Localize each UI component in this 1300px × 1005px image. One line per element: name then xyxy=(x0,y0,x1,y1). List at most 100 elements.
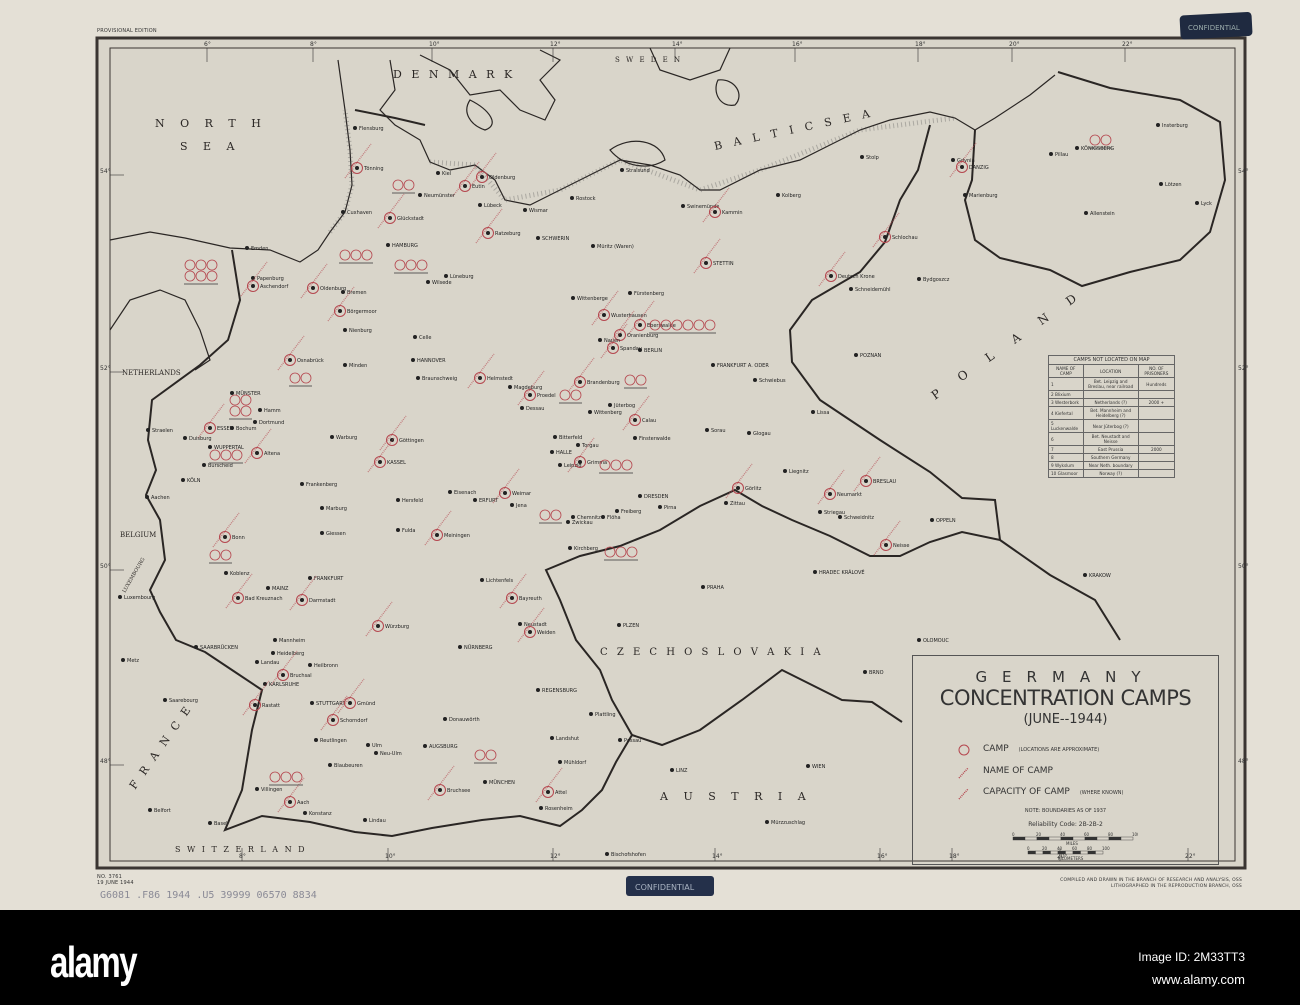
city-label: Eutin xyxy=(472,184,485,190)
tick-label-right: 48° xyxy=(1238,758,1249,765)
city-saarbr-cken: SAARBRÜCKEN xyxy=(194,644,238,651)
city-label: Papenburg xyxy=(257,276,284,282)
city-dot-icon xyxy=(208,821,212,825)
stamp-top-text: CONFIDENTIAL xyxy=(1188,24,1240,32)
city-label: Oranienburg xyxy=(627,333,658,339)
tick-label-bottom: 12° xyxy=(550,853,561,860)
city-label: Schneidemühl xyxy=(855,287,891,293)
city-label: Hamm xyxy=(264,408,281,414)
city-dot-icon xyxy=(436,171,440,175)
legend-capacity: CAPACITY OF CAMP (WHERE KNOWN) xyxy=(958,787,1123,800)
table-row: 10 Glasmoor Norway (?) xyxy=(1048,469,1176,478)
city-label: Bochum xyxy=(236,426,257,432)
city-dot-icon xyxy=(633,436,637,440)
scale-tick-km: 60 xyxy=(1072,846,1078,851)
tick-label-right: 50° xyxy=(1238,563,1249,570)
city-label: Glückstadt xyxy=(397,216,424,222)
scale-segment-miles xyxy=(1084,836,1098,841)
city-dot-icon xyxy=(570,196,574,200)
city-donauw-rth: Donauwörth xyxy=(443,717,480,723)
city-dot-icon xyxy=(224,571,228,575)
city-label: Duisburg xyxy=(189,436,212,442)
scale-segment-km xyxy=(1087,850,1096,855)
city-label: Rastatt xyxy=(262,703,280,709)
city-label: Marienburg xyxy=(969,193,998,199)
city-dot-icon xyxy=(883,235,887,239)
city-dot-icon xyxy=(311,286,315,290)
city-label: WUPPERTAL xyxy=(214,445,244,451)
city-dot-icon xyxy=(486,231,490,235)
city-dot-icon xyxy=(518,622,522,626)
city-k-nigsberg: KÖNIGSBERG xyxy=(1075,145,1114,152)
city-label: Helmstedt xyxy=(487,376,513,382)
table-row: 1 Bet. Leipzig and Breslau, near railroad… xyxy=(1048,377,1176,391)
table-cell xyxy=(1137,461,1176,470)
table-cell: Bet. Neustadt and Neisse xyxy=(1082,432,1139,446)
city-dot-icon xyxy=(266,586,270,590)
city-label: Basel xyxy=(214,821,228,827)
city-label: Aachen xyxy=(151,495,170,501)
city-dot-icon xyxy=(620,168,624,172)
scale-segment-miles xyxy=(1072,836,1086,841)
city-dot-icon xyxy=(378,460,382,464)
tick-label-left: 50° xyxy=(100,563,111,570)
city-label: STETTIN xyxy=(713,261,734,267)
table-cell: Netherlands (?) xyxy=(1082,398,1139,407)
city-dot-icon xyxy=(783,469,787,473)
tick-label-top: 12° xyxy=(550,41,561,48)
camp-capacity-icon xyxy=(958,788,969,800)
city-label: Frankenberg xyxy=(306,482,337,488)
city-dot-icon xyxy=(566,520,570,524)
table-cell: Southern Germany xyxy=(1082,453,1139,462)
city-dot-icon xyxy=(638,494,642,498)
city-label: Passau xyxy=(624,738,641,744)
city-augsburg: AUGSBURG xyxy=(423,744,458,750)
city-dot-icon xyxy=(416,376,420,380)
legend-title: CONCENTRATION CAMPS xyxy=(939,686,1192,710)
city-label: Kammin xyxy=(722,210,743,216)
city-dot-icon xyxy=(578,380,582,384)
city-dot-icon xyxy=(1084,211,1088,215)
city-label: Plattling xyxy=(595,712,616,718)
city-dot-icon xyxy=(658,505,662,509)
city-label: Mühldorf xyxy=(564,760,586,766)
table-row: 7 East Prussia 2000 xyxy=(1048,445,1176,454)
city-dot-icon xyxy=(181,478,185,482)
scale-segment-km xyxy=(1057,850,1066,855)
city-label: Lissa xyxy=(817,410,829,416)
city-label: Kirchberg xyxy=(574,546,598,552)
city-hannover: HANNOVER xyxy=(411,358,446,364)
tick-label-top: 6° xyxy=(204,41,211,48)
city-label: Dessau xyxy=(526,406,544,412)
city-dot-icon xyxy=(478,203,482,207)
city-dot-icon xyxy=(811,410,815,414)
city-label: Sorau xyxy=(711,428,726,434)
credit-2: LITHOGRAPHED IN THE REPRODUCTION BRANCH,… xyxy=(1111,884,1242,889)
city-label: Celle xyxy=(419,335,431,341)
city-label: Görlitz xyxy=(745,486,762,492)
scale-segment-km xyxy=(1027,850,1036,855)
table-title: CAMPS NOT LOCATED ON MAP xyxy=(1048,355,1175,365)
tick-label-bottom: 14° xyxy=(712,853,723,860)
city-dot-icon xyxy=(118,595,122,599)
alamy-url: www.alamy.com xyxy=(1152,972,1245,987)
city-label: Neu-Ulm xyxy=(380,751,402,757)
city-label: Lyck xyxy=(1201,201,1212,207)
legend-name-label: NAME OF CAMP xyxy=(983,766,1053,776)
city-label: LINZ xyxy=(676,768,688,774)
city-dot-icon xyxy=(670,768,674,772)
city-dot-icon xyxy=(638,348,642,352)
city-label: PRAHA xyxy=(707,585,724,591)
city-label: Schlochau xyxy=(892,235,918,241)
city-dot-icon xyxy=(121,658,125,662)
credit-1: COMPILED AND DRAWN IN THE BRANCH OF RESE… xyxy=(1060,878,1242,883)
table-cell: 8 xyxy=(1048,453,1084,462)
city-dot-icon xyxy=(523,208,527,212)
legend-country: GERMANY xyxy=(975,668,1156,686)
city-label: BRNO xyxy=(869,670,884,676)
city-label: KÖLN xyxy=(187,477,201,484)
city-label: Bremen xyxy=(347,290,367,296)
city-dot-icon xyxy=(736,486,740,490)
tick-label-top: 10° xyxy=(429,41,440,48)
city-label: Neisse xyxy=(893,543,910,549)
